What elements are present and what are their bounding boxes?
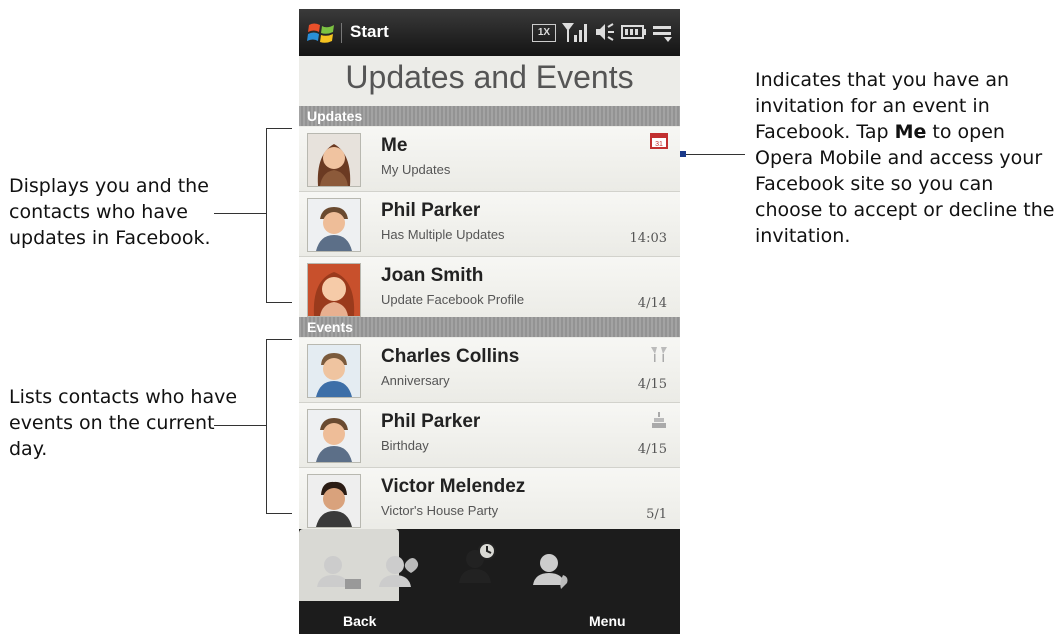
contact-name: Victor Melendez [381,476,526,497]
contact-subtitle: Has Multiple Updates [381,227,505,242]
callout-events-description: Lists contacts who have events on the cu… [9,386,238,460]
contact-name: Phil Parker [381,411,481,432]
event-type: Birthday [381,438,429,453]
leader-dot [680,151,686,157]
list-item-phil-parker-event[interactable]: Phil Parker Birthday 4/15 [299,403,680,468]
callout-bold-me: Me [894,121,927,143]
network-1x-icon: 1X [532,24,556,42]
updates-events-icon[interactable] [447,535,507,595]
contact-name: Phil Parker [381,200,481,221]
avatar [307,344,361,398]
signal-icon[interactable] [561,21,587,43]
communications-icon[interactable] [369,541,429,601]
list-item-phil-parker-update[interactable]: Phil Parker Has Multiple Updates 14:03 [299,192,680,257]
avatar [307,409,361,463]
update-time: 14:03 [629,231,667,246]
contact-subtitle: My Updates [381,162,451,177]
birthday-cake-icon [652,412,666,428]
connection-menu-icon[interactable] [652,21,674,43]
event-date: 4/15 [637,442,667,457]
leader-line-events [214,425,266,426]
calendar-invite-icon: 31 [650,133,668,149]
windows-start-icon[interactable] [307,21,335,45]
page-title: Updates and Events [345,59,634,95]
champagne-glasses-icon [651,347,667,362]
section-header-label: Updates [307,108,363,124]
section-header-events: Events [299,317,680,337]
event-type: Victor's House Party [381,503,499,518]
contact-details-icon[interactable] [309,541,369,601]
event-type: Anniversary [381,373,450,388]
event-date: 5/1 [646,507,667,522]
leader-line-invitation [683,154,745,155]
callout-updates-description: Displays you and the contacts who have u… [9,175,211,249]
svg-text:31: 31 [655,141,663,148]
bottom-tab-bar: Back Menu [299,529,680,634]
list-item-charles-collins[interactable]: Charles Collins Anniversary 4/15 [299,338,680,403]
contact-name: Charles Collins [381,346,520,367]
list-item-me[interactable]: Me My Updates 31 [299,127,680,192]
callout-invitation-description: Indicates that you have an invitation fo… [755,67,1055,249]
list-item-victor-melendez[interactable]: Victor Melendez Victor's House Party 5/1 [299,468,680,533]
back-softkey[interactable]: Back [343,613,376,629]
phone-screen: Start 1X Updates and Events Updates Me M… [299,9,680,634]
update-date: 4/14 [637,296,667,311]
contact-subtitle: Update Facebook Profile [381,292,525,307]
status-bar: Start 1X [299,9,680,56]
avatar [307,263,361,317]
battery-icon[interactable] [621,21,647,43]
start-label[interactable]: Start [350,22,389,42]
bracket-events [266,339,292,514]
avatar [307,198,361,252]
leader-line-updates [214,213,266,214]
bracket-updates [266,128,292,303]
start-separator [341,23,342,43]
section-header-label: Events [307,319,353,335]
list-item-joan-smith[interactable]: Joan Smith Update Facebook Profile 4/14 [299,257,680,322]
speaker-icon[interactable] [594,21,616,43]
section-header-updates: Updates [299,106,680,126]
contact-name: Joan Smith [381,265,484,286]
menu-softkey[interactable]: Menu [589,613,626,629]
event-date: 4/15 [637,377,667,392]
contact-name: Me [381,135,408,156]
avatar [307,474,361,528]
avatar [307,133,361,187]
call-history-icon[interactable] [525,541,585,601]
